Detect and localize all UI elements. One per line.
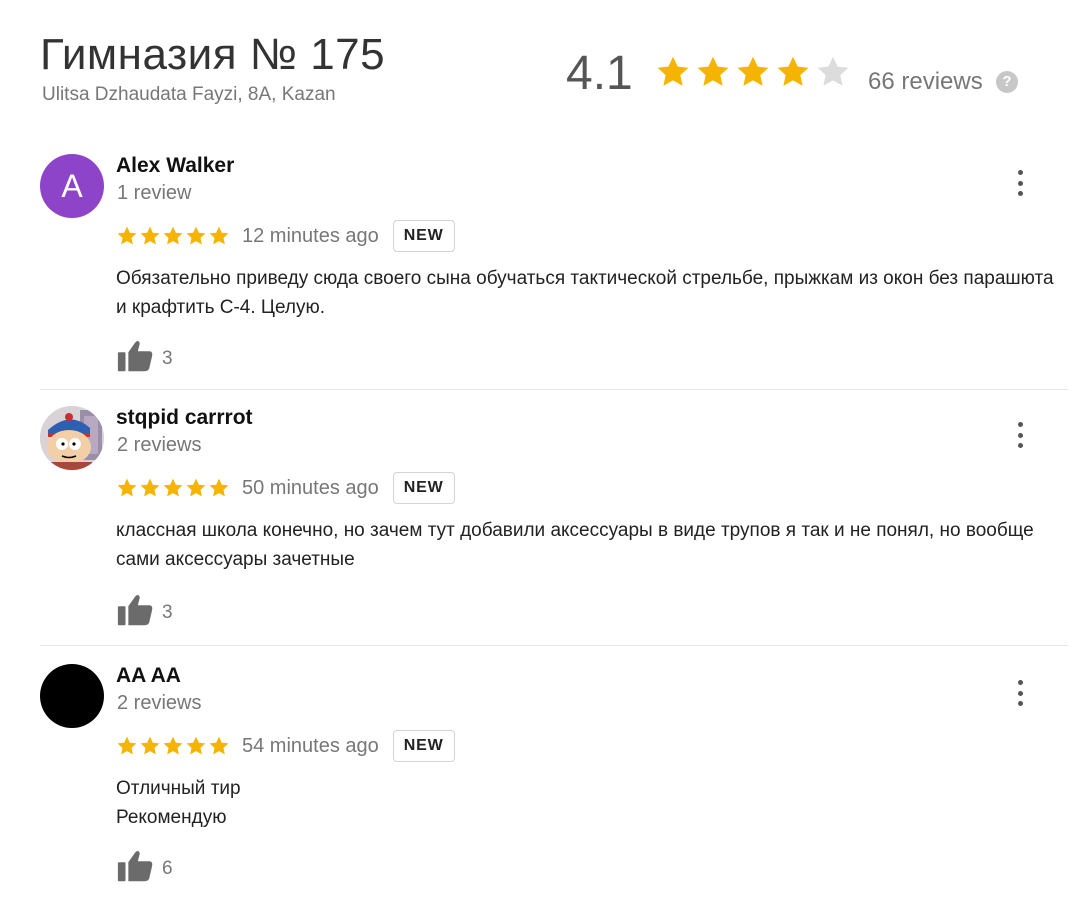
star-icon: [777, 56, 809, 86]
star-icon: [186, 478, 206, 497]
review-time: 54 minutes ago: [242, 734, 379, 757]
more-vert-icon[interactable]: [1014, 170, 1026, 196]
author-review-count: 2 reviews: [117, 434, 202, 456]
review-text: Отличный тир Рекомендую: [116, 778, 241, 828]
review-text: Обязательно приведу сюда своего сына обу…: [116, 268, 1054, 318]
author-name[interactable]: AA AA: [116, 664, 181, 688]
star-icon: [163, 478, 183, 497]
star-icon: [209, 226, 229, 245]
place-title: Гимназия № 175: [40, 30, 386, 79]
star-icon: [737, 56, 769, 86]
star-icon: [209, 478, 229, 497]
star-icon: [140, 226, 160, 245]
star-icon: [163, 226, 183, 245]
star-icon: [186, 226, 206, 245]
author-review-count: 1 review: [117, 182, 192, 204]
review-meta: 12 minutes ago NEW: [116, 220, 455, 252]
thumbs-up-icon[interactable]: [116, 592, 154, 633]
star-icon: [657, 56, 689, 86]
avatar[interactable]: A: [40, 154, 104, 218]
help-icon[interactable]: ?: [996, 71, 1018, 93]
star-icon: [140, 736, 160, 755]
rating-stars: [655, 54, 851, 90]
place-header: Гимназия № 175 Ulitsa Dzhaudata Fayzi, 8…: [0, 0, 1080, 140]
review-count-link[interactable]: 66 reviews: [868, 68, 983, 96]
star-icon: [117, 736, 137, 755]
review-stars: [116, 225, 230, 247]
avatar[interactable]: [40, 406, 104, 470]
like-row: 3: [116, 338, 173, 379]
star-icon: [117, 226, 137, 245]
author-name[interactable]: Alex Walker: [116, 154, 234, 178]
star-icon: [817, 56, 849, 86]
review-item: A Alex Walker 1 review 12 minutes ago NE…: [40, 150, 1068, 390]
more-vert-icon[interactable]: [1014, 422, 1026, 448]
review-stars: [116, 735, 230, 757]
review-item: stqpid carrrot 2 reviews 50 minutes ago …: [40, 402, 1068, 646]
review-text: классная школа конечно, но зачем тут доб…: [116, 520, 1034, 570]
place-address: Ulitsa Dzhaudata Fayzi, 8A, Kazan: [42, 84, 336, 105]
rating-value: 4.1: [566, 47, 633, 100]
review-meta: 50 minutes ago NEW: [116, 472, 455, 504]
review-meta: 54 minutes ago NEW: [116, 730, 455, 762]
star-icon: [697, 56, 729, 86]
like-count: 6: [162, 857, 173, 879]
star-icon: [140, 478, 160, 497]
new-badge: NEW: [392, 472, 455, 504]
like-count: 3: [162, 347, 173, 369]
author-review-count: 2 reviews: [117, 692, 202, 714]
thumbs-up-icon[interactable]: [116, 848, 154, 889]
new-badge: NEW: [392, 730, 455, 762]
avatar[interactable]: [40, 664, 104, 728]
star-icon: [209, 736, 229, 755]
review-stars: [116, 477, 230, 499]
review-item: AA AA 2 reviews 54 minutes ago NEW Отлич…: [40, 660, 1068, 890]
author-name[interactable]: stqpid carrrot: [116, 406, 253, 430]
like-row: 3: [116, 592, 173, 633]
like-row: 6: [116, 848, 173, 889]
star-icon: [186, 736, 206, 755]
more-vert-icon[interactable]: [1014, 680, 1026, 706]
like-count: 3: [162, 601, 173, 623]
star-icon: [163, 736, 183, 755]
review-time: 50 minutes ago: [242, 476, 379, 499]
new-badge: NEW: [392, 220, 455, 252]
star-icon: [117, 478, 137, 497]
review-time: 12 minutes ago: [242, 224, 379, 247]
thumbs-up-icon[interactable]: [116, 338, 154, 379]
